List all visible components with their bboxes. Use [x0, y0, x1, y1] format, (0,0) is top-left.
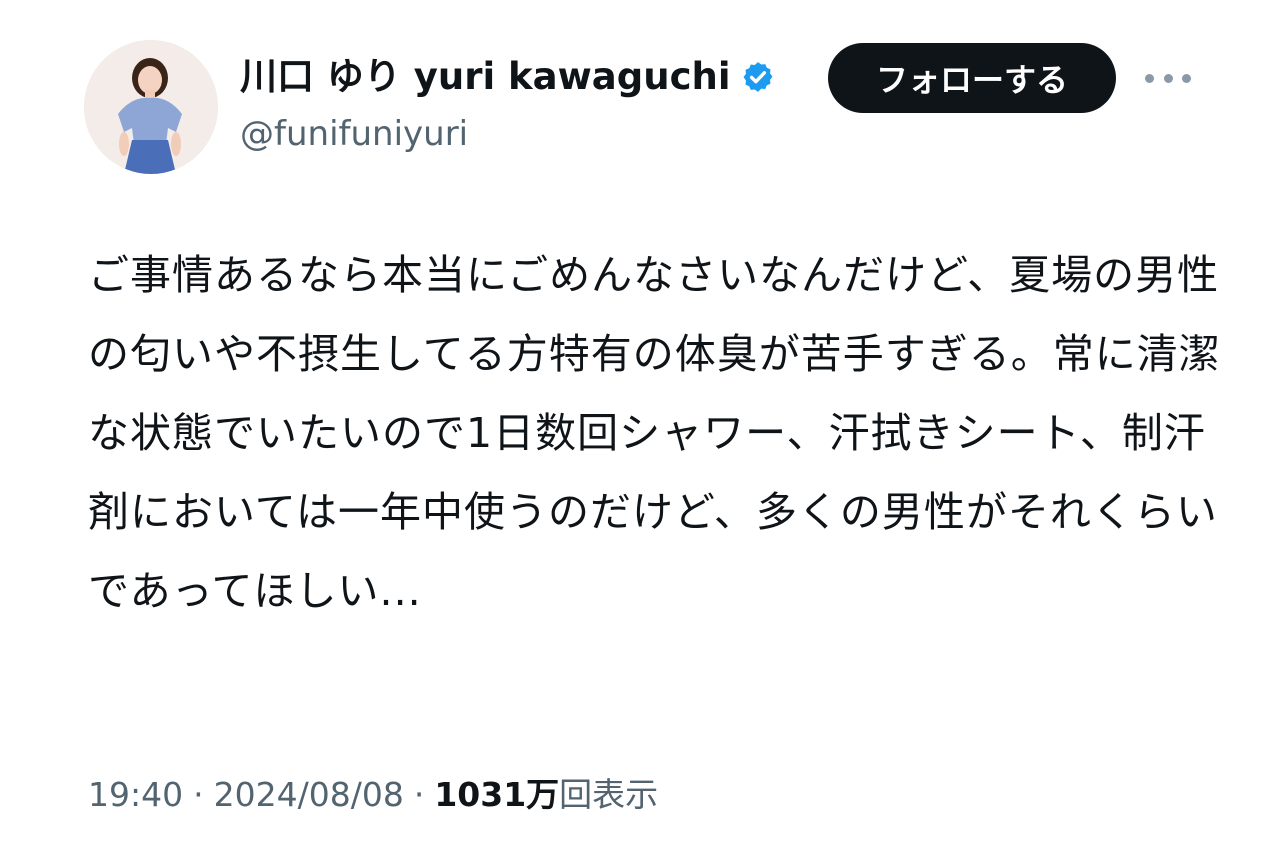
tweet-text: ご事情あるなら本当にごめんなさいなんだけど、夏場の男性の匂いや不摂生してる方特有…	[88, 251, 1221, 615]
more-dot	[1163, 73, 1173, 83]
avatar-image	[84, 40, 218, 174]
tweet-date[interactable]: 2024/08/08	[214, 770, 404, 820]
tweet-time[interactable]: 19:40	[88, 770, 183, 820]
tweet-meta: 19:40 · 2024/08/08 · 1031万 回表示	[88, 770, 658, 820]
more-horizontal-icon[interactable]	[1145, 66, 1191, 90]
user-handle[interactable]: @funifuniyuri	[240, 112, 468, 156]
meta-separator: ·	[193, 775, 204, 814]
display-name-row[interactable]: 川口 ゆり yuri kawaguchi	[240, 52, 775, 102]
verified-badge-icon[interactable]	[741, 60, 775, 94]
meta-separator: ·	[413, 775, 425, 814]
more-dot	[1182, 73, 1191, 83]
avatar[interactable]	[84, 40, 218, 174]
more-dot	[1145, 73, 1154, 83]
follow-button[interactable]: フォローする	[828, 43, 1116, 113]
views-count[interactable]: 1031万	[434, 770, 559, 820]
views-label[interactable]: 回表示	[559, 770, 658, 820]
display-name[interactable]: 川口 ゆり yuri kawaguchi	[240, 52, 731, 102]
